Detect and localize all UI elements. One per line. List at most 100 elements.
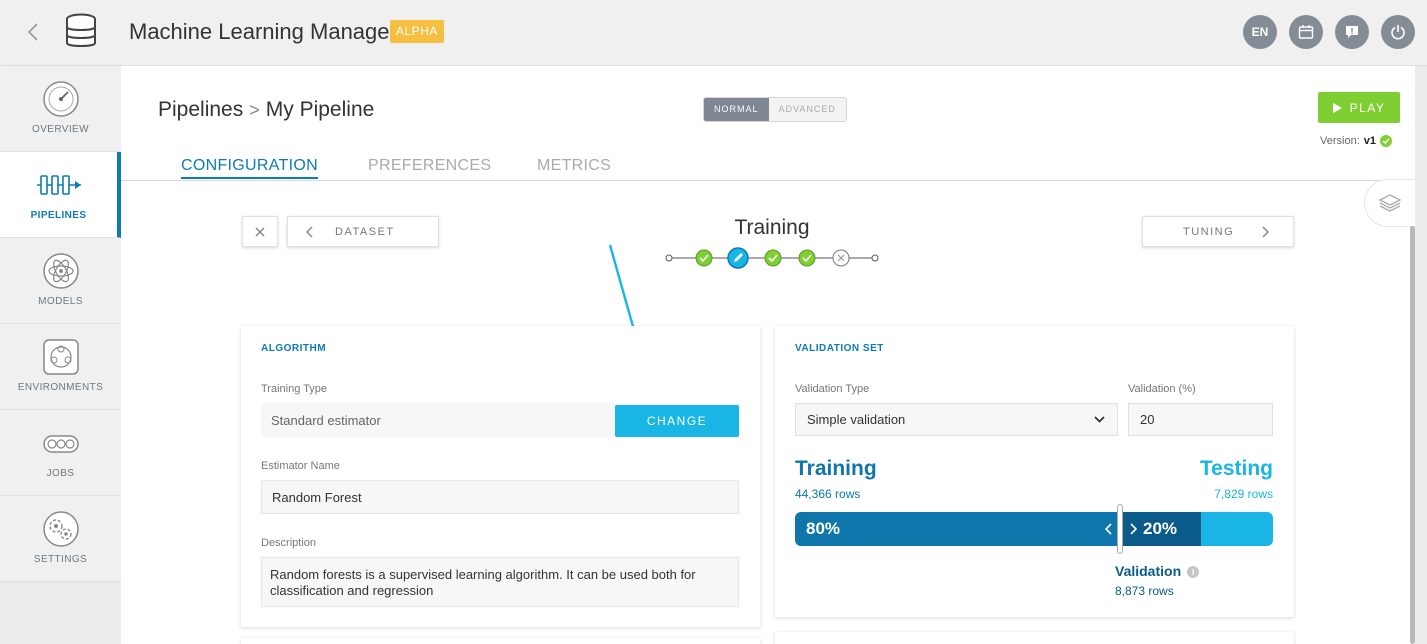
play-button[interactable]: PLAY	[1318, 92, 1400, 123]
testing-segment	[1201, 512, 1273, 546]
step-current-icon[interactable]	[727, 247, 749, 269]
tab-configuration[interactable]: CONFIGURATION	[181, 157, 318, 179]
sidebar-item-pipelines[interactable]: PIPELINES	[0, 152, 121, 238]
sidebar-item-jobs[interactable]: JOBS	[0, 410, 121, 496]
validation-split-heading: Validation i	[1115, 563, 1200, 579]
chevron-left-icon	[306, 225, 313, 238]
validation-type-value: Simple validation	[807, 412, 906, 427]
next-step-button[interactable]: TUNING	[1142, 216, 1294, 247]
back-button[interactable]	[20, 18, 46, 46]
step-skipped-icon[interactable]	[832, 249, 850, 267]
power-button[interactable]	[1381, 15, 1415, 49]
layers-panel-button[interactable]	[1364, 179, 1415, 227]
tab-metrics[interactable]: METRICS	[537, 157, 611, 175]
step-done-icon[interactable]	[764, 249, 782, 267]
calendar-button[interactable]	[1289, 15, 1323, 49]
change-button[interactable]: CHANGE	[615, 405, 739, 437]
previous-step-button[interactable]: DATASET	[287, 216, 439, 247]
mode-normal-button[interactable]: NORMAL	[704, 98, 769, 121]
language-button[interactable]: EN	[1243, 15, 1277, 49]
sidebar-item-models[interactable]: MODELS	[0, 238, 121, 324]
step-done-icon[interactable]	[798, 249, 816, 267]
sidebar-item-environments[interactable]: ENVIRONMENTS	[0, 324, 121, 410]
breadcrumb-current: My Pipeline	[265, 98, 375, 121]
chevron-right-icon	[1130, 523, 1137, 535]
step-title: Training	[734, 216, 810, 239]
main-panel: Pipelines > My Pipeline NORMAL ADVANCED …	[121, 66, 1415, 644]
calendar-icon	[1298, 25, 1314, 39]
estimator-name-input[interactable]: Random Forest	[261, 480, 739, 514]
algorithm-card: ALGORITHM Training Type Standard estimat…	[241, 326, 760, 627]
feedback-icon	[1346, 26, 1358, 38]
version-info: Version: v1	[1320, 135, 1392, 147]
tab-bar: CONFIGURATION PREFERENCES METRICS	[121, 154, 1415, 181]
step-done-icon[interactable]	[695, 249, 713, 267]
conveyor-icon	[42, 435, 79, 453]
sidebar-item-label: ENVIRONMENTS	[17, 382, 104, 393]
alpha-badge: ALPHA	[390, 20, 444, 43]
app-title: Machine Learning Manager	[129, 19, 397, 44]
mode-advanced-button[interactable]: ADVANCED	[768, 98, 846, 121]
play-icon	[1332, 102, 1342, 113]
sidebar-item-overview[interactable]: OVERVIEW	[0, 66, 121, 152]
validation-pct-input[interactable]: 20	[1128, 403, 1273, 436]
mode-toggle: NORMAL ADVANCED	[703, 97, 847, 122]
sidebar-item-label: SETTINGS	[33, 554, 88, 565]
validation-title: VALIDATION SET	[795, 343, 884, 354]
sidebar-item-label: OVERVIEW	[32, 124, 89, 135]
breadcrumb-parent[interactable]: Pipelines	[158, 98, 243, 122]
step-progress	[665, 247, 879, 269]
close-button[interactable]	[242, 216, 278, 247]
next-card-left	[241, 638, 760, 644]
top-right-actions: EN	[1243, 15, 1415, 49]
validation-pct-label: Validation (%)	[1128, 383, 1196, 395]
pipeline-icon	[36, 175, 81, 195]
chevron-left-icon	[1105, 523, 1112, 535]
algorithm-title: ALGORITHM	[261, 343, 327, 354]
next-card-right	[775, 632, 1294, 644]
sidebar-item-label: JOBS	[46, 468, 75, 479]
top-bar: Machine Learning Manager ALPHA EN	[0, 0, 1427, 66]
power-icon	[1391, 25, 1405, 40]
validation-rows: 8,873 rows	[1115, 584, 1174, 598]
training-pct: 80%	[806, 519, 841, 538]
sidebar-item-label: PIPELINES	[30, 210, 87, 221]
sidebar-item-settings[interactable]: SETTINGS	[0, 496, 121, 582]
training-segment: 80%	[795, 512, 1120, 546]
layers-icon	[1378, 194, 1402, 212]
version-label: Version:	[1320, 135, 1360, 147]
next-step-label: TUNING	[1183, 225, 1235, 238]
training-split-label: Training	[795, 457, 877, 480]
version-value: v1	[1363, 135, 1376, 147]
breadcrumb: Pipelines > My Pipeline	[158, 98, 374, 122]
training-type-label: Training Type	[261, 383, 328, 395]
validation-type-select[interactable]: Simple validation	[795, 403, 1118, 436]
atom-icon	[42, 253, 79, 289]
close-icon	[255, 226, 265, 237]
sidebar: OVERVIEW PIPELINES MODELS ENVIRONMENTS J…	[0, 66, 121, 582]
chevron-down-icon	[1094, 416, 1105, 423]
estimator-name-label: Estimator Name	[261, 460, 340, 472]
split-handle[interactable]	[1117, 504, 1123, 554]
description-textarea[interactable]: Random forests is a supervised learning …	[261, 557, 739, 607]
breadcrumb-separator: >	[249, 99, 260, 120]
scrollbar[interactable]	[1410, 226, 1415, 644]
testing-split-label: Testing	[1199, 457, 1273, 480]
check-circle-icon	[1380, 135, 1392, 147]
validation-type-label: Validation Type	[795, 383, 870, 395]
gauge-icon	[42, 81, 79, 117]
testing-rows: 7,829 rows	[1214, 487, 1273, 501]
validation-card: VALIDATION SET Validation Type Simple va…	[775, 326, 1294, 617]
feedback-button[interactable]	[1335, 15, 1369, 49]
play-label: PLAY	[1349, 100, 1386, 115]
training-rows: 44,366 rows	[795, 487, 861, 501]
gears-icon	[42, 511, 79, 547]
split-bar[interactable]: 80% 20%	[795, 512, 1273, 546]
info-icon[interactable]: i	[1187, 566, 1200, 579]
validation-split-label: Validation	[1115, 563, 1182, 579]
tab-preferences[interactable]: PREFERENCES	[368, 157, 491, 175]
validation-pct: 20%	[1143, 519, 1178, 538]
sidebar-item-label: MODELS	[38, 296, 83, 307]
description-label: Description	[261, 537, 317, 549]
chevron-right-icon	[1262, 225, 1270, 238]
